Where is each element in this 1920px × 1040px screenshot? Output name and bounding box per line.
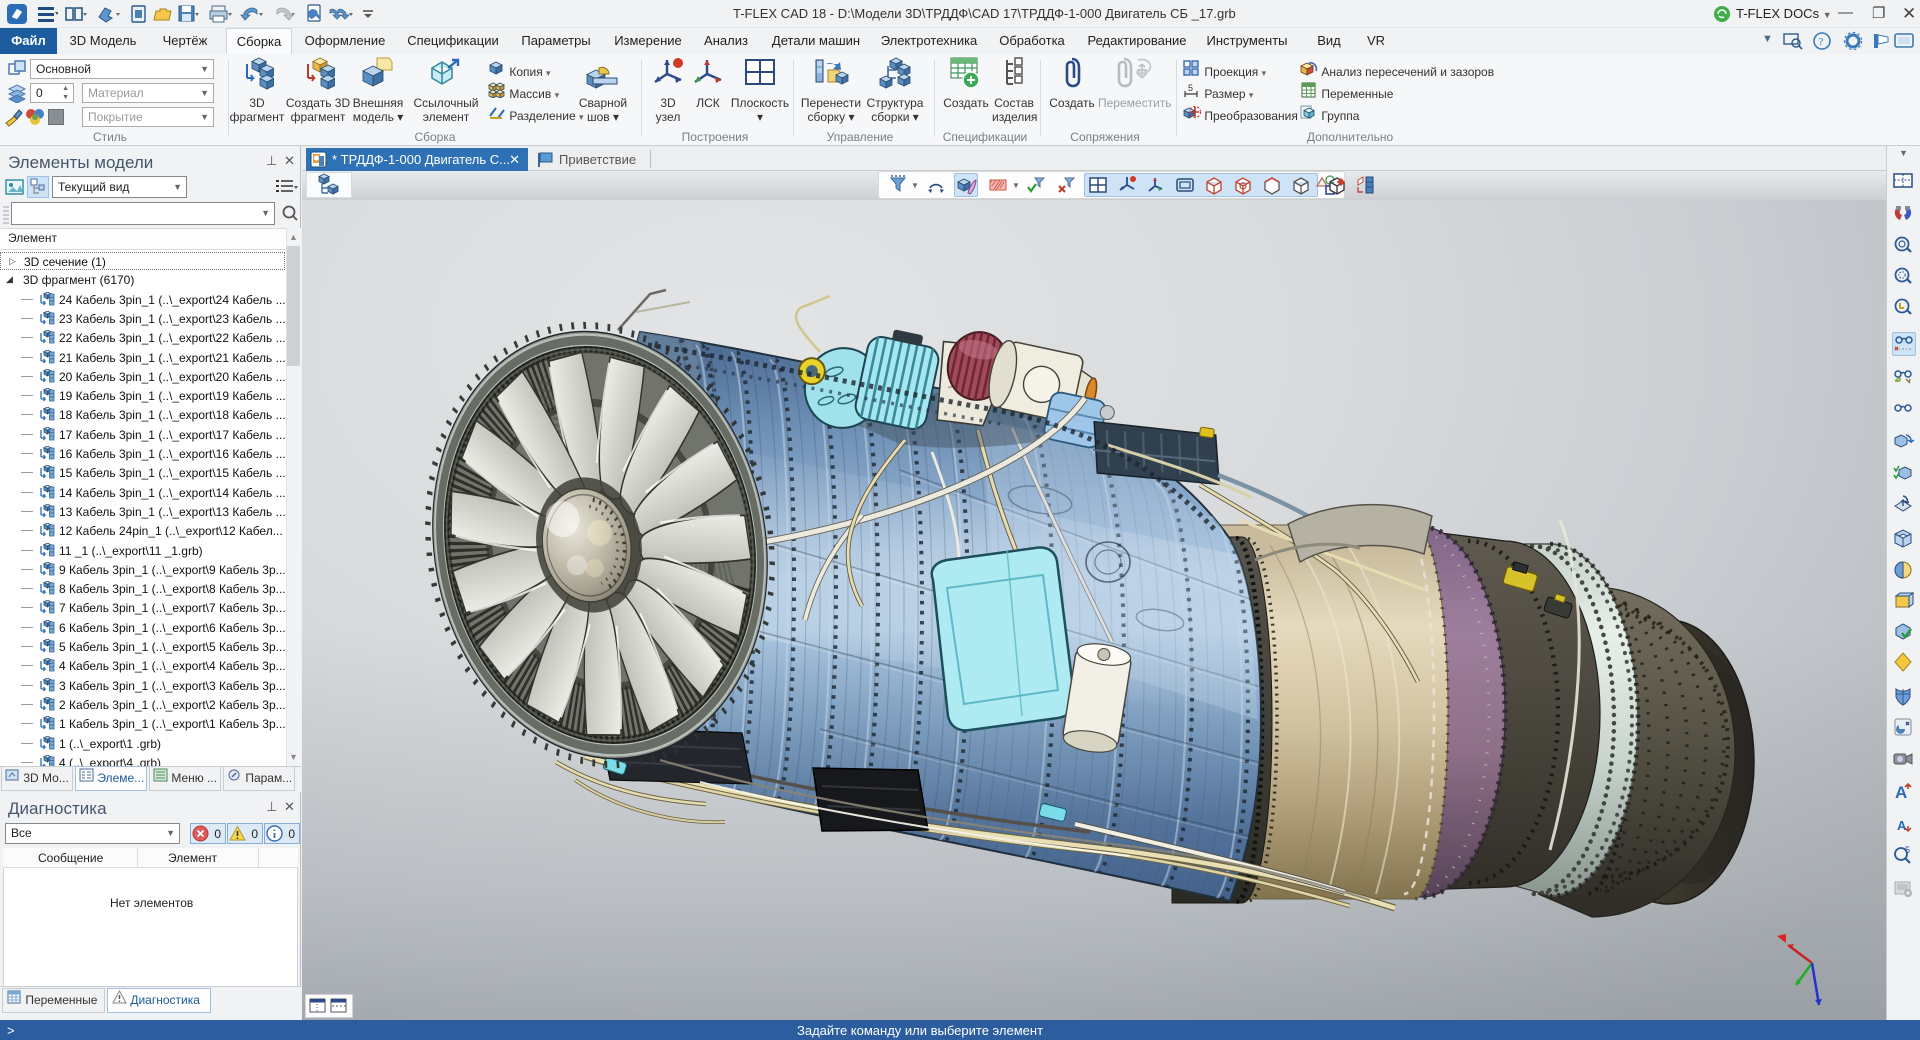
svg-text:A: A [1897, 818, 1907, 833]
svg-text:?: ? [1819, 36, 1824, 48]
svg-text:5: 5 [1188, 83, 1193, 93]
svg-text:5: 5 [1905, 845, 1910, 855]
